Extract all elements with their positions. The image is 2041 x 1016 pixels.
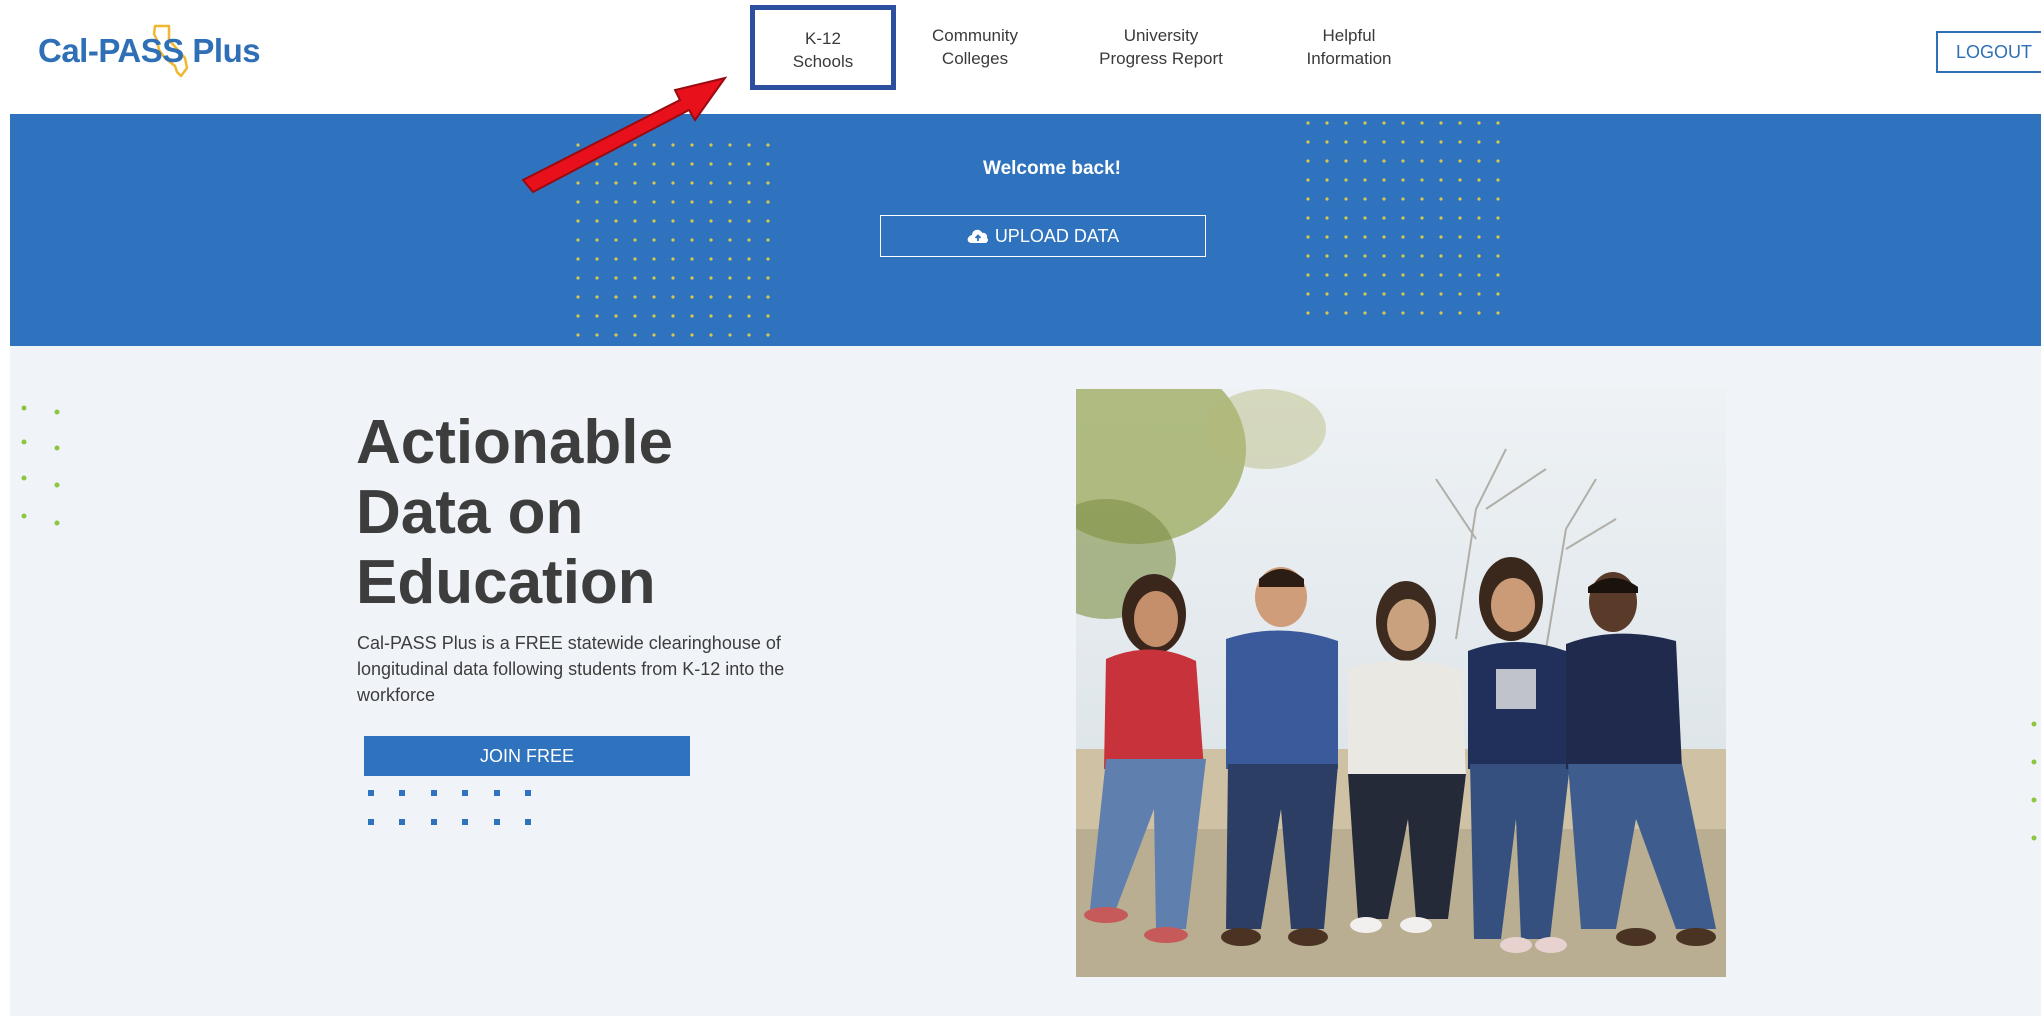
nav-cc-line2: Colleges bbox=[941, 49, 1009, 68]
cloud-upload-icon bbox=[967, 229, 988, 243]
site-header: Cal-PASS Plus K-12 Schools Community Col… bbox=[0, 0, 2041, 114]
logo[interactable]: Cal-PASS Plus bbox=[38, 24, 261, 78]
upload-data-label: UPLOAD DATA bbox=[994, 225, 1120, 246]
logout-button[interactable]: LOGOUT bbox=[1936, 31, 2041, 73]
join-free-button[interactable]: JOIN FREE bbox=[364, 736, 690, 776]
hero-section: Actionable Data on Education Cal-PASS Pl… bbox=[10, 346, 2041, 1016]
students-photo bbox=[1076, 389, 1726, 977]
green-dots-left bbox=[21, 405, 60, 526]
welcome-banner: Welcome back! UPLOAD DATA bbox=[10, 114, 2041, 346]
nav-community-colleges[interactable]: Community Colleges bbox=[920, 24, 1030, 70]
nav-hi-line1: Helpful bbox=[1322, 26, 1376, 45]
green-dots-right bbox=[2031, 721, 2037, 841]
nav-cc-line1: Community bbox=[932, 26, 1018, 45]
hero-title-line1: Actionable bbox=[356, 408, 673, 477]
nav-university-progress-report[interactable]: University Progress Report bbox=[1090, 24, 1232, 70]
page: Cal-PASS Plus K-12 Schools Community Col… bbox=[0, 0, 2041, 1016]
logo-text: Cal-PASS Plus bbox=[38, 32, 261, 69]
hero-title-line3: Education bbox=[356, 548, 656, 617]
upload-data-button[interactable]: UPLOAD DATA bbox=[880, 215, 1206, 257]
blue-dots-decoration bbox=[368, 790, 531, 825]
nav-helpful-information[interactable]: Helpful Information bbox=[1290, 24, 1408, 70]
nav-up-line2: Progress Report bbox=[1099, 49, 1223, 68]
hero-title-line2: Data on bbox=[356, 478, 584, 547]
welcome-text: Welcome back! bbox=[983, 158, 1121, 179]
nav-k12-line1: K-12 bbox=[805, 29, 841, 48]
nav-k12-schools[interactable]: K-12 Schools bbox=[750, 5, 896, 90]
nav-up-line1: University bbox=[1123, 26, 1199, 45]
banner-dot-pattern-right bbox=[1305, 120, 1515, 330]
nav-k12-line2: Schools bbox=[792, 52, 854, 71]
hero-description: Cal-PASS Plus is a FREE statewide cleari… bbox=[357, 633, 785, 705]
annotation-arrow-icon bbox=[521, 76, 728, 194]
nav-hi-line2: Information bbox=[1306, 49, 1392, 68]
hero-title: Actionable Data on Education bbox=[356, 408, 836, 618]
